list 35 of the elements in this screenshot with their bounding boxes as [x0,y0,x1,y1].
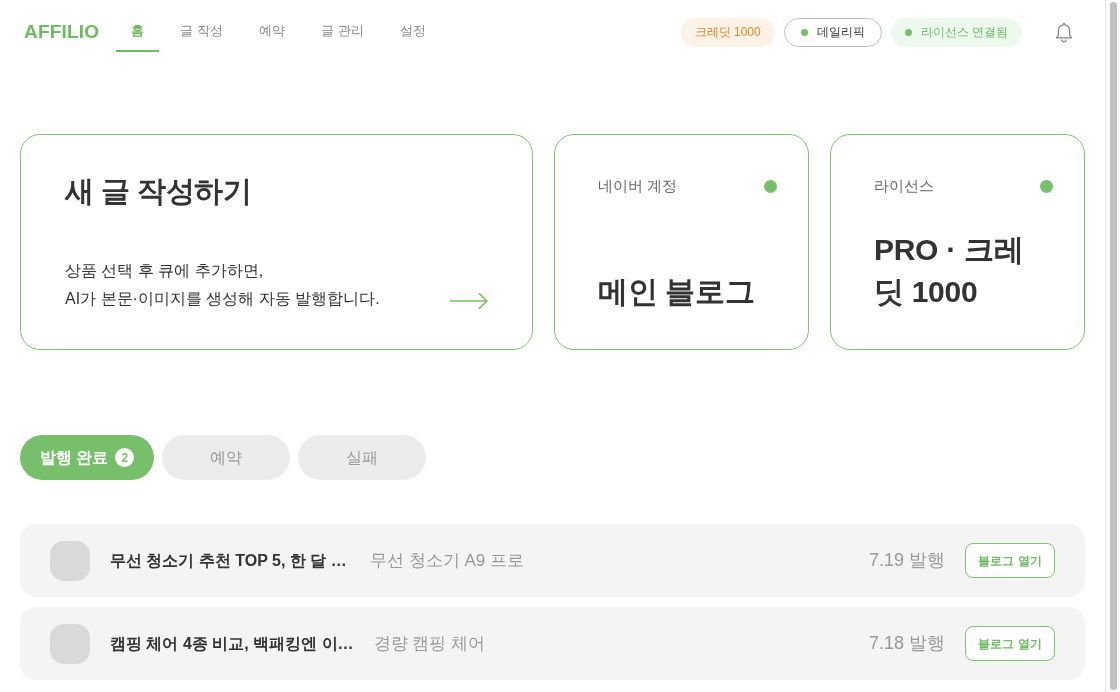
nav-tab[interactable]: 예약 [243,18,300,52]
publish-date: 7.19 발행 [868,549,945,572]
credit-badge: 크레딧 1000 [680,17,775,47]
logo: AFFILIO [24,19,100,44]
nav-tab[interactable]: 글 작성 [165,18,238,52]
status-dot-icon [904,28,912,36]
nav-tab[interactable]: 홈 [116,18,160,52]
status-dot-icon [800,28,808,36]
pill-label: 라이선스 연결됨 [920,24,1008,41]
card-title: 새 글 작성하기 [65,174,253,209]
arrow-icon [450,293,488,309]
post-title: 캠핑 체어 4종 비교, 백패킹엔 이… [110,633,354,654]
bell-icon[interactable] [1055,21,1073,43]
filter-tab[interactable]: 실패 [298,435,427,480]
card-value: 메인 블로그 [598,274,756,310]
filter-tab[interactable]: 예약 [162,435,291,480]
pill-label: 데일리픽 [816,24,865,41]
thumbnail-placeholder [50,623,90,664]
product-name: 무선 청소기 A9 프로 [370,549,524,572]
product-name: 경량 캠핑 체어 [373,632,486,655]
card-label: 라이선스 [874,176,934,196]
nav-tab[interactable]: 글 관리 [305,18,379,52]
post-title: 무선 청소기 추천 TOP 5, 한 달 … [110,550,348,571]
card-description: 상품 선택 후 큐에 추가하면, AI가 본문·이미지를 생성해 자동 발행합니다. [65,261,380,309]
card-label: 네이버 계정 [598,176,678,196]
scrollbar-thumb[interactable] [1109,2,1117,690]
card-value: PRO · 크레딧 1000 [874,232,1025,310]
nav-tab[interactable]: 설정 [384,18,441,52]
filter-tab[interactable]: 발행 완료 2 [20,435,155,480]
publish-date: 7.18 발행 [868,632,945,655]
thumbnail-placeholder [50,540,90,581]
open-blog-button[interactable]: 블로그 열기 [965,543,1055,578]
count-badge: 2 [115,448,135,467]
open-blog-button[interactable]: 블로그 열기 [965,626,1055,661]
new-post-card[interactable]: 새 글 작성하기 상품 선택 후 큐에 추가하면, AI가 본문·이미지를 생성해 자동 발행합니다. [20,134,533,350]
